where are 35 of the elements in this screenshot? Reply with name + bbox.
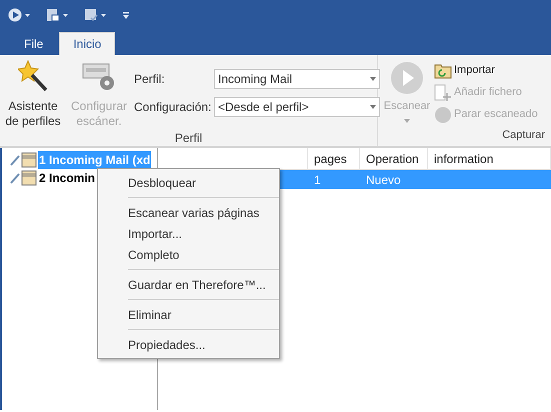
group-label: Perfil bbox=[174, 131, 202, 145]
table-cell: Nuevo bbox=[366, 172, 401, 186]
folder-icon bbox=[21, 170, 37, 186]
magic-wand-icon bbox=[18, 60, 48, 92]
column-header[interactable]: pages bbox=[314, 150, 347, 168]
menu-item[interactable]: Importar... bbox=[98, 223, 279, 244]
field-label: Perfil: bbox=[134, 71, 166, 88]
pencil-icon bbox=[10, 154, 20, 166]
dropdown-field[interactable]: <Desde el perfil> bbox=[214, 97, 380, 117]
ribbon-tab[interactable]: Inicio bbox=[59, 32, 116, 55]
customize-icon[interactable] bbox=[122, 10, 130, 20]
ribbon-button[interactable]: Asistente de perfiles bbox=[0, 58, 66, 129]
stop-icon bbox=[434, 106, 452, 124]
dropdown-arrow-icon bbox=[370, 105, 376, 109]
column-header[interactable]: Operation bbox=[366, 150, 419, 168]
dropdown-arrow-icon bbox=[404, 118, 410, 122]
menu-item[interactable]: Guardar en Therefore™... bbox=[98, 274, 279, 295]
ribbon-button[interactable]: Importar bbox=[434, 61, 538, 80]
menu-item[interactable]: Eliminar bbox=[98, 304, 279, 325]
dropdown-arrow-icon bbox=[370, 77, 376, 81]
folder-icon bbox=[21, 152, 37, 168]
pencil-icon bbox=[10, 172, 20, 184]
dropdown-field[interactable]: Incoming Mail bbox=[214, 69, 380, 89]
tree-item[interactable]: 2 Incomin bbox=[38, 169, 96, 187]
group-label: Capturar bbox=[502, 128, 545, 140]
menu-item[interactable]: Escanear varias páginas bbox=[98, 202, 279, 223]
play-icon bbox=[390, 61, 424, 95]
folder-icon bbox=[434, 62, 452, 78]
field-label: Configuración: bbox=[134, 99, 212, 116]
column-header[interactable]: information bbox=[434, 150, 494, 168]
menu-item[interactable]: Completo bbox=[98, 244, 279, 265]
table-cell: 1 bbox=[314, 172, 321, 186]
menu-item[interactable]: Propiedades... bbox=[98, 334, 279, 355]
ribbon-tab[interactable]: File bbox=[12, 32, 56, 55]
add-file-icon bbox=[434, 84, 452, 102]
